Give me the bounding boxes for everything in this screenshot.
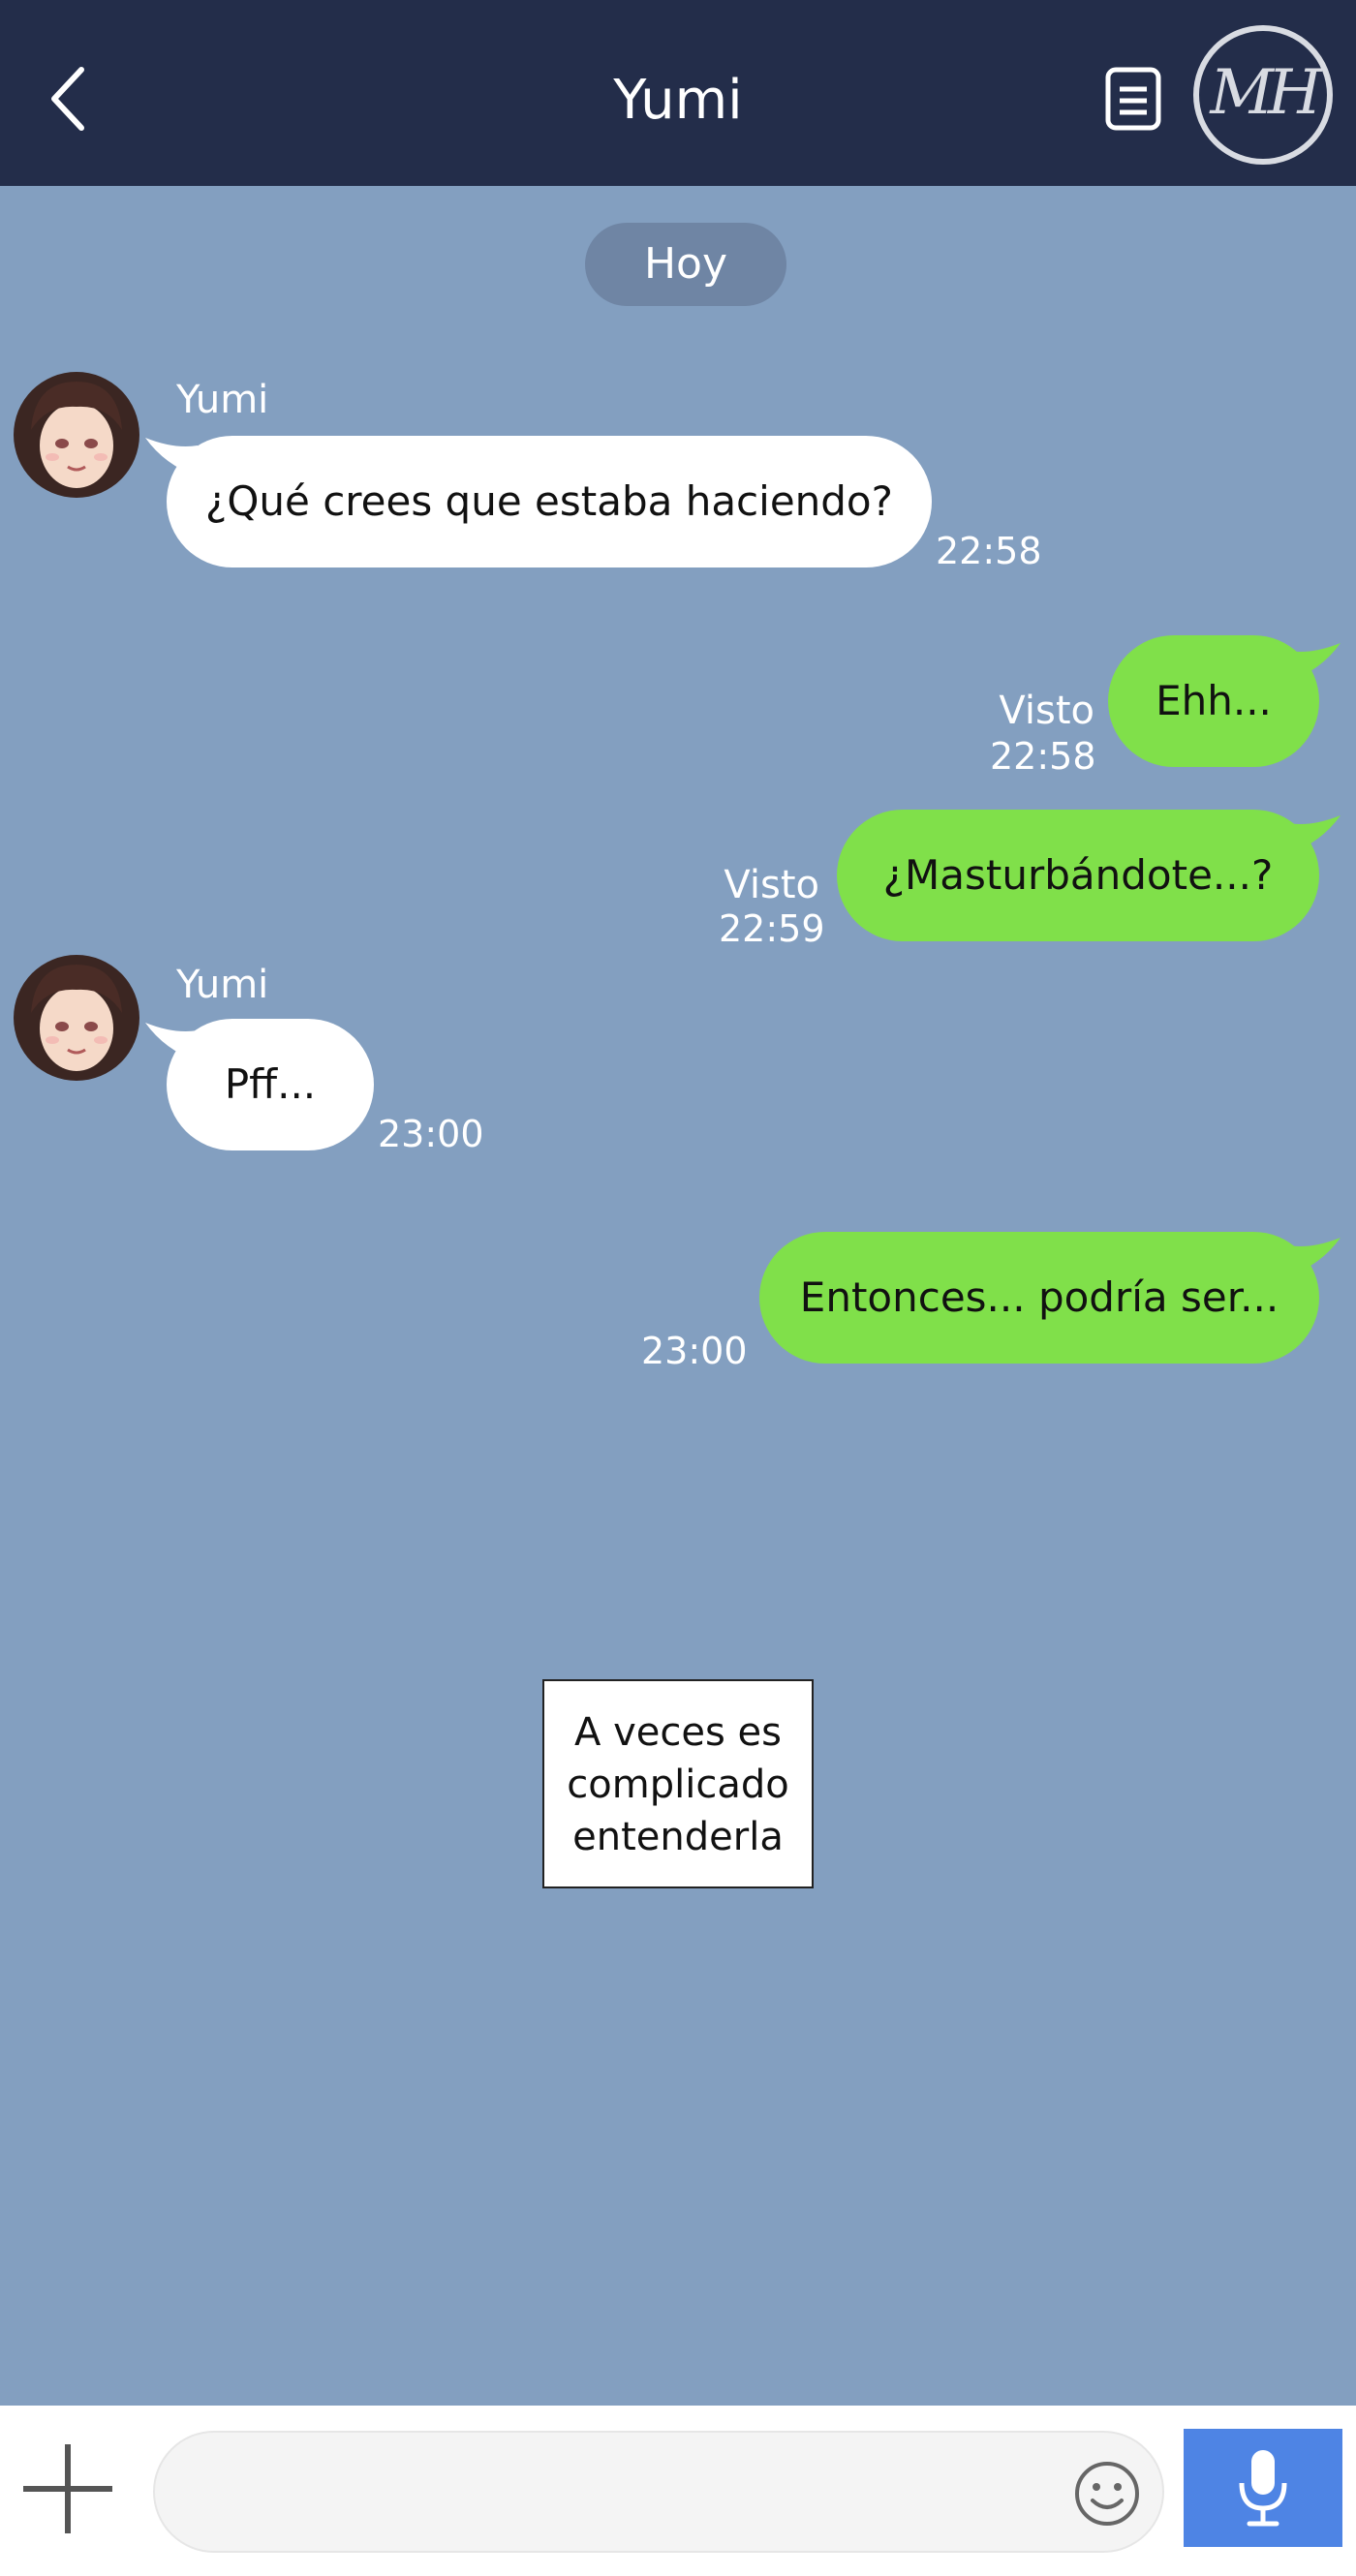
message-time: 23:00 [378,1113,484,1155]
message-time: 22:59 [719,907,825,950]
narration-line: A veces es [574,1710,782,1755]
message-time: 22:58 [936,530,1042,572]
message-time: 22:58 [990,735,1096,778]
avatar[interactable] [14,372,139,498]
message-bubble[interactable]: Pff... [167,1019,374,1150]
date-divider: Hoy [585,223,786,306]
chat-header: Yumi MH [0,0,1356,186]
microphone-button[interactable] [1184,2429,1342,2547]
narration-box: A veces es complicado entenderla [542,1679,814,1888]
plus-icon[interactable] [19,2440,116,2537]
sender-name: Yumi [176,963,269,1007]
smiley-icon[interactable] [1073,2460,1141,2528]
message-time: 23:00 [641,1330,748,1372]
read-status: Visto [999,689,1094,733]
message-bubble[interactable]: ¿Qué crees que estaba haciendo? [167,436,932,567]
message-input[interactable] [153,2431,1164,2553]
read-status: Visto [724,863,819,907]
message-bubble[interactable]: ¿Masturbándote...? [837,810,1319,941]
watermark-logo: MH [1193,25,1333,165]
microphone-icon [1239,2450,1287,2527]
narration-line: complicado [567,1763,789,1807]
bubble-tail [1288,1238,1341,1276]
avatar[interactable] [14,955,139,1081]
document-list-icon[interactable] [1102,66,1164,132]
message-bubble[interactable]: Entonces... podría ser... [759,1232,1319,1364]
bubble-tail [1288,815,1341,854]
sender-name: Yumi [176,378,269,422]
narration-line: entenderla [572,1815,784,1859]
bubble-tail [1288,643,1341,682]
